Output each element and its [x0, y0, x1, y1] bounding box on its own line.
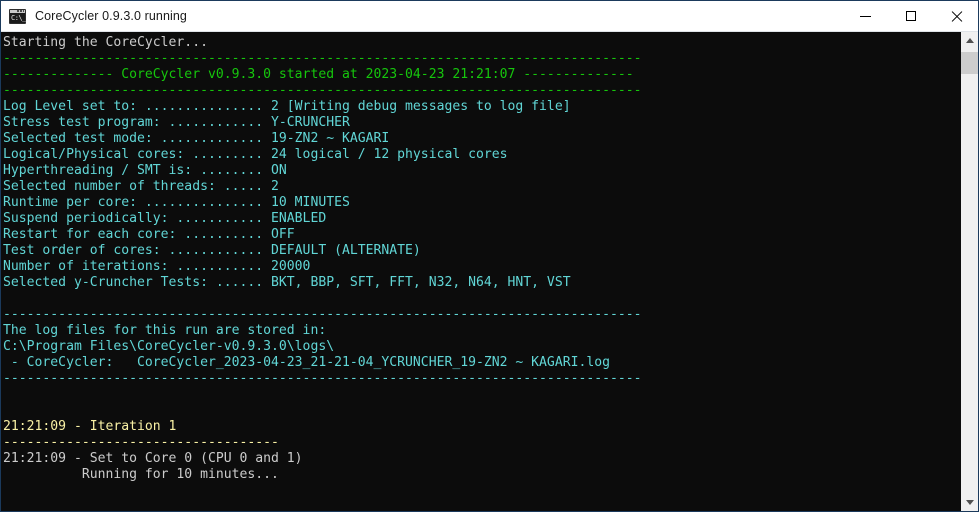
- console-line: Logical/Physical cores: ......... 24 log…: [3, 147, 508, 162]
- console-line: Number of iterations: ........... 20000: [3, 259, 311, 274]
- console-line: -------------- CoreCycler v0.9.3.0 start…: [3, 67, 634, 82]
- console-icon: C:\_: [9, 8, 26, 24]
- minimize-button[interactable]: [843, 1, 888, 31]
- console-area: Starting the CoreCycler... --------------…: [1, 32, 978, 511]
- console-line: Log Level set to: ............... 2 [Wri…: [3, 99, 571, 114]
- chevron-up-icon: [965, 38, 974, 43]
- maximize-icon: [905, 11, 916, 21]
- console-line: Running for 10 minutes...: [3, 467, 279, 482]
- scroll-up-arrow[interactable]: [961, 32, 978, 49]
- minimize-icon: [860, 15, 871, 17]
- console-line: Stress test program: ............ Y-CRUN…: [3, 115, 350, 130]
- console-line: 21:21:09 - Iteration 1: [3, 419, 177, 434]
- console-line: C:\Program Files\CoreCycler-v0.9.3.0\log…: [3, 339, 335, 354]
- console-window: C:\_ CoreCycler 0.9.3.0 running Starting…: [0, 0, 979, 512]
- console-line: Restart for each core: .......... OFF: [3, 227, 295, 242]
- console-line: ----------------------------------------…: [3, 371, 642, 386]
- console-line: 21:21:09 - Set to Core 0 (CPU 0 and 1): [3, 451, 303, 466]
- console-line: Runtime per core: ............... 10 MIN…: [3, 195, 350, 210]
- console-output[interactable]: Starting the CoreCycler... --------------…: [1, 32, 960, 511]
- chevron-down-icon: [965, 500, 974, 505]
- window-controls: [843, 1, 978, 31]
- scrollbar-thumb[interactable]: [961, 52, 978, 74]
- console-line: ----------------------------------------…: [3, 51, 642, 66]
- console-line: Selected test mode: ............. 19-ZN2…: [3, 131, 390, 146]
- console-line: Suspend periodically: ........... ENABLE…: [3, 211, 327, 226]
- console-line: Hyperthreading / SMT is: ........ ON: [3, 163, 287, 178]
- console-line: The log files for this run are stored in…: [3, 323, 327, 338]
- scrollbar-track[interactable]: [961, 49, 978, 494]
- vertical-scrollbar[interactable]: [960, 32, 978, 511]
- console-line: - CoreCycler: CoreCycler_2023-04-23_21-2…: [3, 355, 610, 370]
- maximize-button[interactable]: [888, 1, 933, 31]
- console-line: ----------------------------------------…: [3, 83, 642, 98]
- scroll-down-arrow[interactable]: [961, 494, 978, 511]
- console-line: Test order of cores: ............ DEFAUL…: [3, 243, 421, 258]
- console-line: ----------------------------------------…: [3, 307, 642, 322]
- console-line: Selected number of threads: ..... 2: [3, 179, 279, 194]
- close-button[interactable]: [933, 1, 978, 31]
- console-line: Starting the CoreCycler...: [3, 35, 208, 50]
- window-title: CoreCycler 0.9.3.0 running: [35, 9, 187, 23]
- title-bar[interactable]: C:\_ CoreCycler 0.9.3.0 running: [1, 1, 978, 32]
- console-line: -----------------------------------: [3, 435, 279, 450]
- console-line: Selected y-Cruncher Tests: ...... BKT, B…: [3, 275, 571, 290]
- close-icon: [950, 10, 962, 22]
